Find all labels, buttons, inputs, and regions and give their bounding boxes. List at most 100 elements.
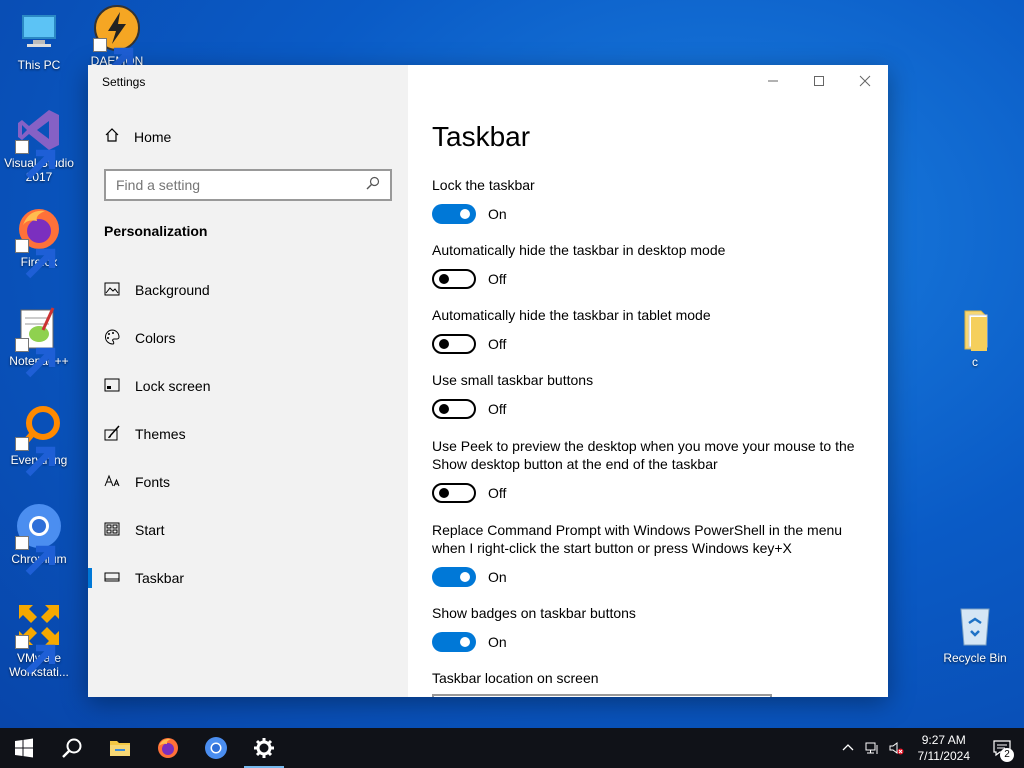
- shortcut-arrow-icon: [15, 338, 56, 378]
- search-input[interactable]: [116, 177, 346, 193]
- shortcut-arrow-icon: [93, 38, 134, 66]
- picture-icon: [104, 281, 120, 300]
- setting-label: Use small taskbar buttons: [432, 372, 594, 388]
- sidebar-item-label: Lock screen: [135, 378, 211, 394]
- close-button[interactable]: [842, 65, 888, 97]
- taskbar-search-button[interactable]: [48, 728, 96, 768]
- setting-autohide-tablet: Automatically hide the taskbar in tablet…: [432, 306, 872, 354]
- desktop-icon-label: c: [972, 355, 978, 369]
- taskbar-firefox[interactable]: [144, 728, 192, 768]
- lock-screen-icon: [104, 377, 120, 396]
- sidebar-item-start[interactable]: Start: [88, 506, 408, 554]
- taskbar-chromium[interactable]: [192, 728, 240, 768]
- everything-search-icon: [15, 403, 63, 477]
- fonts-icon: [104, 473, 120, 492]
- desktop-icon-notepadpp[interactable]: Notepad++: [0, 304, 78, 378]
- setting-label: Show badges on taskbar buttons: [432, 605, 636, 621]
- autohide-tablet-toggle[interactable]: [432, 334, 476, 354]
- clock-date: 7/11/2024: [917, 749, 971, 763]
- windows-logo-icon: [15, 738, 33, 758]
- desktop-icon-vmware[interactable]: VMware Workstati...: [0, 601, 78, 679]
- desktop-icon-chromium[interactable]: Chromium: [0, 502, 78, 576]
- system-tray: 9:27 AM 7/11/2024 2: [836, 728, 1024, 768]
- toggle-knob: [460, 209, 470, 219]
- sidebar-item-themes[interactable]: Themes: [88, 410, 408, 458]
- toggle-knob: [439, 488, 449, 498]
- setting-label: Automatically hide the taskbar in deskto…: [432, 242, 726, 258]
- computer-icon: [15, 8, 63, 56]
- network-icon: [865, 742, 877, 754]
- desktop-icon-label: This PC: [17, 58, 61, 72]
- setting-peek: Use Peek to preview the desktop when you…: [432, 437, 872, 503]
- sidebar-item-taskbar[interactable]: Taskbar: [88, 554, 408, 602]
- sidebar-item-label: Background: [135, 282, 210, 298]
- setting-small-buttons: Use small taskbar buttons Off: [432, 371, 872, 419]
- sidebar-item-label: Themes: [135, 426, 186, 442]
- start-icon: [104, 521, 120, 540]
- toggle-state-text: On: [488, 206, 507, 222]
- shortcut-arrow-icon: [15, 437, 56, 477]
- setting-taskbar-location: Taskbar location on screen: [432, 669, 872, 687]
- firefox-icon: [15, 205, 63, 279]
- close-icon: [859, 75, 871, 87]
- small-buttons-toggle[interactable]: [432, 399, 476, 419]
- desktop-icon-firefox[interactable]: Firefox: [0, 205, 78, 279]
- setting-label: Automatically hide the taskbar in tablet…: [432, 307, 711, 323]
- sidebar-item-lock-screen[interactable]: Lock screen: [88, 362, 408, 410]
- recycle-bin-icon: [951, 601, 999, 649]
- volume-muted-icon: [889, 742, 903, 755]
- search-icon[interactable]: [366, 176, 380, 195]
- settings-search-box[interactable]: [104, 169, 392, 201]
- settings-sidebar: Settings Home Personalization Background…: [88, 65, 408, 697]
- start-button[interactable]: [0, 728, 48, 768]
- autohide-desktop-toggle[interactable]: [432, 269, 476, 289]
- toggle-state-text: Off: [488, 401, 507, 417]
- visual-studio-icon: [15, 106, 63, 180]
- toggle-state-text: Off: [488, 485, 507, 501]
- desktop-icon-daemon[interactable]: DAEMON: [78, 4, 156, 66]
- taskbar: 9:27 AM 7/11/2024 2: [0, 728, 1024, 768]
- gear-icon: [254, 738, 274, 758]
- shortcut-arrow-icon: [15, 536, 56, 576]
- maximize-button[interactable]: [796, 65, 842, 97]
- taskbar-location-dropdown[interactable]: [432, 694, 772, 697]
- home-icon: [104, 127, 120, 146]
- desktop-icon-folder-c[interactable]: c: [936, 305, 1014, 369]
- vmware-icon: [15, 601, 63, 675]
- desktop-icon-visual-studio[interactable]: Visual Studio 2017: [0, 106, 78, 184]
- desktop-icon-this-pc[interactable]: This PC: [0, 8, 78, 72]
- shortcut-arrow-icon: [15, 635, 56, 675]
- daemon-lightning-icon: [93, 4, 141, 66]
- sidebar-section-title: Personalization: [104, 223, 208, 239]
- sidebar-item-colors[interactable]: Colors: [88, 314, 408, 362]
- toggle-knob: [439, 404, 449, 414]
- shortcut-arrow-icon: [15, 239, 56, 279]
- desktop-icon-everything[interactable]: Everything: [0, 403, 78, 477]
- minimize-button[interactable]: [750, 65, 796, 97]
- network-button[interactable]: [860, 728, 884, 768]
- setting-label: Use Peek to preview the desktop when you…: [432, 438, 855, 472]
- chevron-up-icon: [842, 744, 853, 751]
- window-title: Settings: [102, 75, 146, 89]
- desktop-icon-recycle-bin[interactable]: Recycle Bin: [936, 601, 1014, 665]
- action-center-button[interactable]: 2: [980, 728, 1024, 768]
- chromium-icon: [205, 737, 227, 759]
- sidebar-home[interactable]: Home: [104, 127, 171, 146]
- taskbar-settings[interactable]: [240, 728, 288, 768]
- clock-time: 9:27 AM: [921, 733, 966, 747]
- peek-toggle[interactable]: [432, 483, 476, 503]
- settings-window: Settings Home Personalization Background…: [88, 65, 888, 697]
- palette-icon: [104, 328, 120, 348]
- show-hidden-icons-button[interactable]: [836, 728, 860, 768]
- toggle-state-text: On: [488, 569, 507, 585]
- taskbar-clock[interactable]: 9:27 AM 7/11/2024: [908, 732, 981, 764]
- sidebar-item-background[interactable]: Background: [88, 266, 408, 314]
- badges-toggle[interactable]: [432, 632, 476, 652]
- taskbar-file-explorer[interactable]: [96, 728, 144, 768]
- sidebar-nav: Background Colors Lock screen Themes Fon…: [88, 266, 408, 602]
- powershell-toggle[interactable]: [432, 567, 476, 587]
- volume-button[interactable]: [884, 728, 908, 768]
- lock-taskbar-toggle[interactable]: [432, 204, 476, 224]
- sidebar-item-fonts[interactable]: Fonts: [88, 458, 408, 506]
- folder-icon: [951, 305, 999, 353]
